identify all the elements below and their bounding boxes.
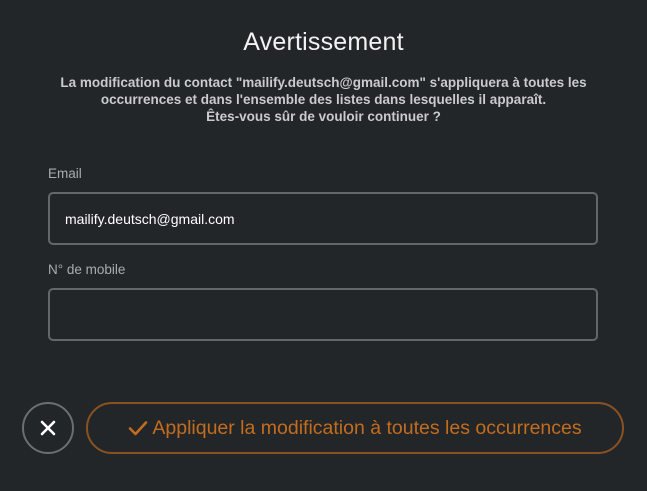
mobile-field[interactable] [48, 288, 598, 341]
dialog-message-line: occurrences et dans l'ensemble des liste… [100, 92, 547, 107]
close-button[interactable] [22, 402, 74, 454]
mobile-label: N° de mobile [48, 262, 126, 277]
warning-dialog: Avertissement La modification du contact… [0, 0, 647, 491]
check-icon [128, 419, 148, 437]
dialog-title: Avertissement [243, 28, 404, 56]
email-label: Email [48, 166, 82, 181]
dialog-message: La modification du contact "mailify.deut… [40, 74, 607, 125]
email-field[interactable] [48, 192, 598, 245]
apply-to-all-button[interactable]: Appliquer la modification à toutes les o… [86, 402, 624, 454]
dialog-message-line: La modification du contact "mailify.deut… [60, 75, 587, 90]
dialog-message-line: Êtes-vous sûr de vouloir continuer ? [206, 109, 441, 124]
close-icon [40, 420, 56, 436]
apply-button-label: Appliquer la modification à toutes les o… [152, 416, 582, 439]
